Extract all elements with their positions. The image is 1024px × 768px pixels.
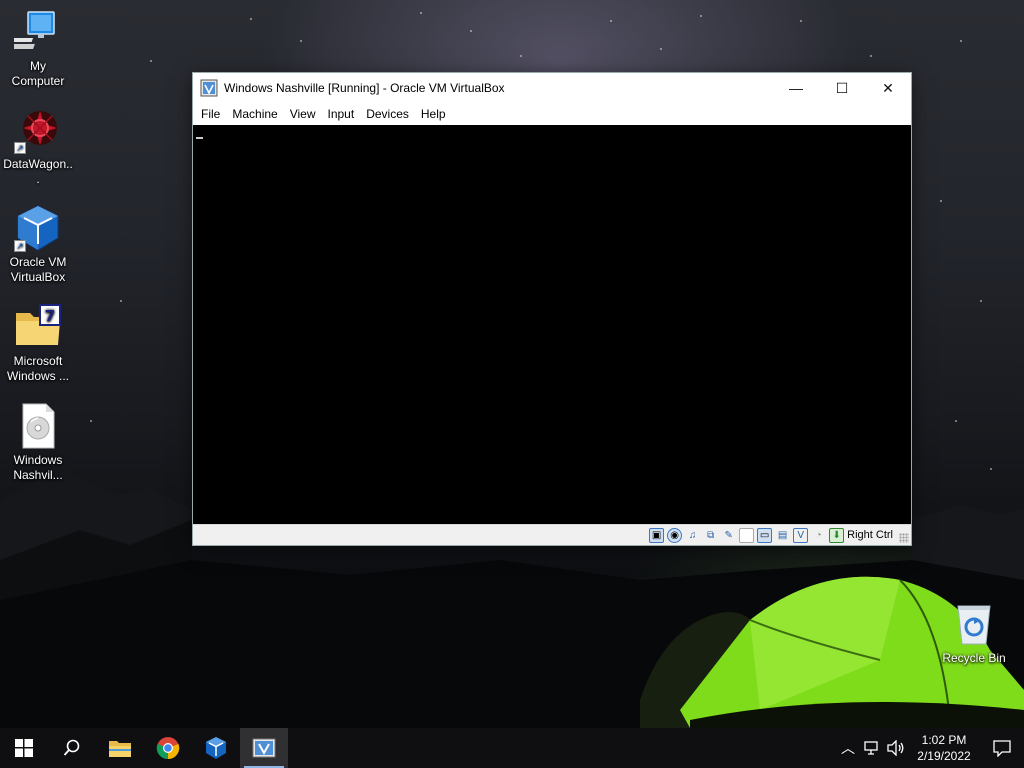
- text-cursor: [196, 137, 203, 139]
- menu-view[interactable]: View: [284, 103, 322, 125]
- close-button[interactable]: ✕: [865, 73, 911, 103]
- search-button[interactable]: [48, 728, 96, 768]
- virtualbox-vm-window: Windows Nashville [Running] - Oracle VM …: [192, 72, 912, 546]
- virtualbox-icon: ↗: [14, 204, 62, 252]
- clock-date: 2/19/2022: [917, 749, 971, 763]
- display-icon[interactable]: ▭: [757, 527, 773, 543]
- desktop-icon-my-computer[interactable]: My Computer: [0, 8, 76, 89]
- desktop-icon-microsoft-windows[interactable]: 7 Microsoft Windows ...: [0, 303, 76, 384]
- audio-icon[interactable]: ♫: [685, 528, 700, 543]
- shortcut-arrow-icon: ↗: [14, 240, 26, 252]
- taskbar-chrome[interactable]: [144, 728, 192, 768]
- menu-help[interactable]: Help: [415, 103, 452, 125]
- clock-time: 1:02 PM: [921, 733, 967, 747]
- shortcut-arrow-icon: ↗: [14, 142, 26, 154]
- menu-devices[interactable]: Devices: [360, 103, 415, 125]
- network-icon[interactable]: ⧉: [703, 528, 718, 543]
- window-titlebar[interactable]: Windows Nashville [Running] - Oracle VM …: [193, 73, 911, 103]
- computer-icon: [9, 8, 62, 56]
- maximize-button[interactable]: ☐: [819, 73, 865, 103]
- close-icon: ✕: [882, 79, 894, 96]
- desktop-icon-oracle-vm-virtualbox[interactable]: ↗ Oracle VM VirtualBox: [0, 204, 76, 285]
- resize-grip[interactable]: [899, 533, 909, 543]
- window-title: Windows Nashville [Running] - Oracle VM …: [224, 81, 505, 95]
- minimize-icon: —: [789, 80, 803, 96]
- desktop-icon-label: Windows Nashvil...: [13, 453, 63, 482]
- maximize-icon: ☐: [835, 79, 849, 96]
- desktop-icon-label: Microsoft Windows ...: [6, 354, 69, 383]
- menu-input[interactable]: Input: [322, 103, 361, 125]
- search-icon: [63, 739, 80, 756]
- vm-display[interactable]: [193, 125, 911, 524]
- menu-bar: File Machine View Input Devices Help: [193, 103, 911, 125]
- status-bar: ▣ ◉ ♫ ⧉ ✎ ▭ ▤ V ◔ ⬇ Right Ctrl: [193, 524, 911, 545]
- recording-icon[interactable]: ▤: [775, 528, 790, 543]
- volume-button[interactable]: [884, 728, 908, 768]
- shared-folders-icon[interactable]: [739, 527, 755, 543]
- taskbar-windows-nashville-vm[interactable]: [240, 728, 288, 768]
- menu-file[interactable]: File: [195, 103, 226, 125]
- usb-icon[interactable]: ✎: [721, 528, 736, 543]
- desktop-icon-label: My Computer: [11, 59, 65, 88]
- virtualbox-icon: [206, 737, 226, 759]
- datawagon-icon: ↗: [14, 106, 62, 154]
- chevron-up-icon: ︿: [841, 740, 855, 756]
- desktop-icon-recycle-bin[interactable]: Recycle Bin: [936, 600, 1012, 666]
- disc-image-icon: [14, 402, 62, 450]
- folder-icon: 7: [14, 303, 62, 351]
- speaker-icon: [887, 740, 904, 756]
- action-center-button[interactable]: [980, 728, 1024, 768]
- start-button[interactable]: [0, 728, 48, 768]
- windows-logo-icon: [15, 739, 33, 757]
- keyboard-icon[interactable]: ⬇: [829, 527, 845, 543]
- recycle-bin-icon: [950, 600, 998, 648]
- cpu-icon[interactable]: V: [793, 527, 809, 543]
- taskbar-clock[interactable]: 1:02 PM 2/19/2022: [908, 732, 980, 764]
- minimize-button[interactable]: —: [773, 73, 819, 103]
- host-key-label[interactable]: Right Ctrl: [847, 529, 893, 541]
- desktop-icon-label: Recycle Bin: [942, 651, 1006, 665]
- show-hidden-icons-button[interactable]: ︿: [836, 728, 860, 768]
- hard-disk-icon[interactable]: ▣: [649, 527, 665, 543]
- file-explorer-icon: [109, 741, 131, 757]
- virtualbox-vm-icon: [200, 79, 218, 97]
- desktop-icon-windows-nashville[interactable]: Windows Nashvil...: [0, 402, 76, 483]
- chrome-icon: [156, 737, 180, 760]
- svg-text:7: 7: [45, 307, 55, 325]
- desktop-icon-label: DataWagon...: [3, 157, 73, 186]
- menu-machine[interactable]: Machine: [226, 103, 283, 125]
- network-status-button[interactable]: [860, 728, 884, 768]
- taskbar-file-explorer[interactable]: [96, 728, 144, 768]
- mouse-integration-icon[interactable]: ◔: [811, 528, 826, 543]
- network-wired-icon: [864, 741, 878, 755]
- desktop-icon-label: Oracle VM VirtualBox: [9, 255, 67, 284]
- notification-icon: [993, 740, 1011, 757]
- desktop-icon-datawagon[interactable]: ↗ DataWagon...: [0, 106, 76, 187]
- taskbar: ︿ 1:02 PM 2/19/2022: [0, 728, 1024, 768]
- optical-drive-icon[interactable]: ◉: [667, 527, 683, 543]
- taskbar-virtualbox[interactable]: [192, 728, 240, 768]
- virtualbox-vm-icon: [252, 738, 276, 758]
- system-tray: ︿ 1:02 PM 2/19/2022: [836, 728, 1024, 768]
